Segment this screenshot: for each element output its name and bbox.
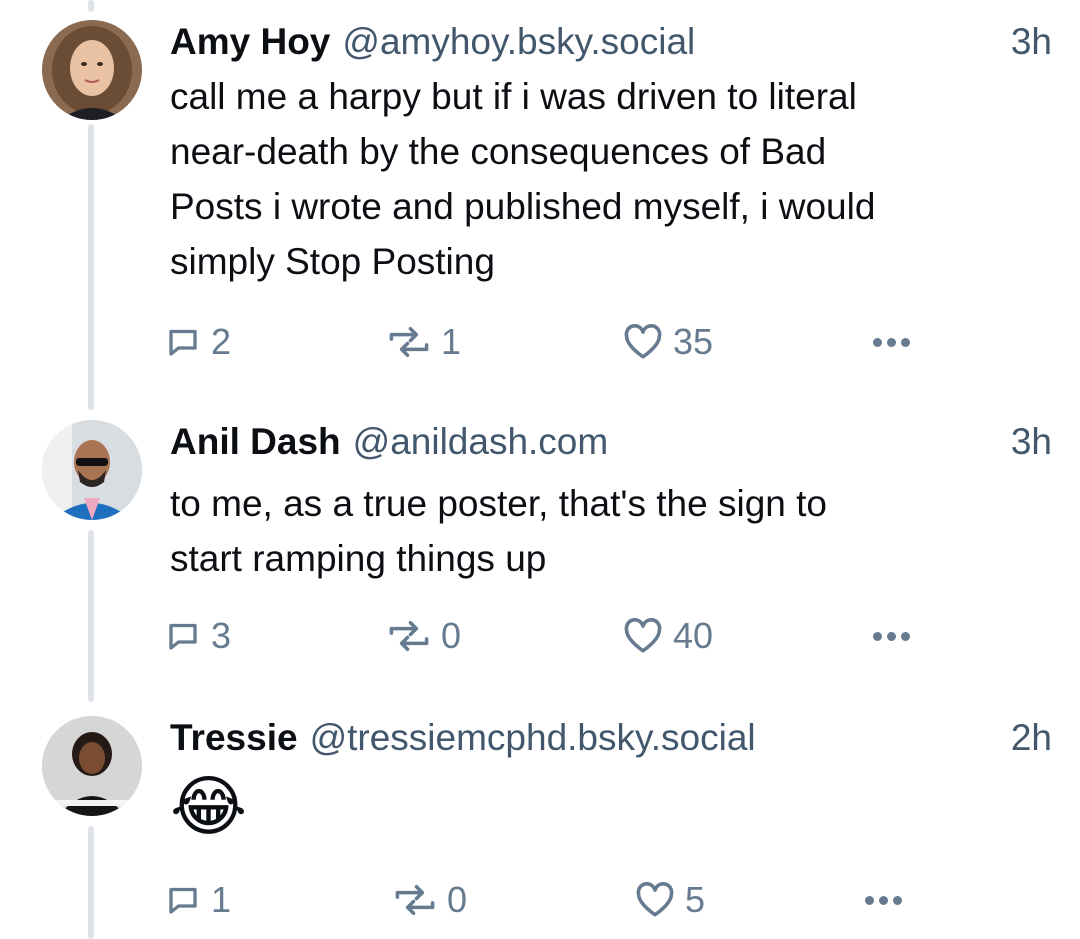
- reply-button[interactable]: 2: [165, 320, 231, 364]
- repost-button[interactable]: 0: [393, 878, 467, 922]
- heart-icon: [624, 324, 662, 359]
- more-dots-icon: [873, 337, 910, 347]
- more-options-button[interactable]: [865, 878, 902, 922]
- reply-button[interactable]: 1: [165, 878, 231, 922]
- avatar[interactable]: [42, 20, 142, 120]
- author-name[interactable]: Anil Dash: [170, 420, 341, 464]
- reply-bubble-icon: [169, 623, 197, 650]
- reply-count: 1: [211, 879, 232, 920]
- heart-icon: [624, 618, 662, 653]
- reply-count: 2: [211, 321, 232, 362]
- post-text-line: Posts i wrote and published myself, i wo…: [170, 186, 876, 227]
- repost-count: 0: [447, 879, 468, 920]
- post-text-line: 😂: [170, 769, 248, 843]
- repost-arrows-icon: [389, 621, 429, 651]
- more-dots-icon: [873, 631, 910, 641]
- author-handle[interactable]: @tressiemcphd.bsky.social: [310, 716, 756, 760]
- post-text: 😂: [170, 768, 1030, 844]
- like-button[interactable]: 35: [623, 320, 713, 364]
- post-timestamp[interactable]: 2h: [1011, 716, 1052, 760]
- repost-arrows-icon: [395, 885, 435, 915]
- post-header: Amy Hoy @amyhoy.bsky.social: [170, 20, 695, 64]
- like-button[interactable]: 5: [635, 878, 705, 922]
- post-text: call me a harpy but if i was driven to l…: [170, 69, 1030, 289]
- thread-line: [88, 0, 94, 12]
- more-dots-icon: [865, 895, 902, 905]
- author-handle[interactable]: @amyhoy.bsky.social: [342, 20, 695, 64]
- post-text: to me, as a true poster, that's the sign…: [170, 476, 1030, 586]
- heart-icon: [636, 882, 674, 917]
- post-text-line: to me, as a true poster, that's the sign…: [170, 483, 827, 524]
- post-timestamp[interactable]: 3h: [1011, 20, 1052, 64]
- post-actions: 1 0 5: [165, 878, 925, 922]
- author-name[interactable]: Amy Hoy: [170, 20, 330, 64]
- post-header: Tressie @tressiemcphd.bsky.social: [170, 716, 756, 760]
- post-header: Anil Dash @anildash.com: [170, 420, 608, 464]
- reply-bubble-icon: [169, 329, 197, 356]
- author-handle[interactable]: @anildash.com: [353, 420, 609, 464]
- reply-bubble-icon: [169, 887, 197, 914]
- like-count: 5: [685, 879, 706, 920]
- reply-button[interactable]: 3: [165, 614, 231, 658]
- repost-button[interactable]: 0: [387, 614, 461, 658]
- post-timestamp[interactable]: 3h: [1011, 420, 1052, 464]
- post-text-line: start ramping things up: [170, 538, 547, 579]
- avatar[interactable]: [42, 716, 142, 816]
- post-item[interactable]: Tressie @tressiemcphd.bsky.social 2h 😂 1…: [0, 716, 1080, 939]
- repost-count: 1: [441, 321, 462, 362]
- repost-button[interactable]: 1: [387, 320, 461, 364]
- like-count: 35: [673, 321, 714, 362]
- reply-count: 3: [211, 615, 232, 656]
- post-text-line: call me a harpy but if i was driven to l…: [170, 76, 857, 117]
- post-actions: 2 1 35: [165, 320, 925, 364]
- post-item[interactable]: Amy Hoy @amyhoy.bsky.social 3h call me a…: [0, 20, 1080, 380]
- post-text-line: near-death by the consequences of Bad: [170, 131, 827, 172]
- like-count: 40: [673, 615, 714, 656]
- post-actions: 3 0 40: [165, 614, 925, 658]
- more-options-button[interactable]: [873, 320, 910, 364]
- like-button[interactable]: 40: [623, 614, 713, 658]
- post-item[interactable]: Anil Dash @anildash.com 3h to me, as a t…: [0, 420, 1080, 670]
- post-text-line: simply Stop Posting: [170, 241, 495, 282]
- more-options-button[interactable]: [873, 614, 910, 658]
- avatar[interactable]: [42, 420, 142, 520]
- repost-count: 0: [441, 615, 462, 656]
- author-name[interactable]: Tressie: [170, 716, 298, 760]
- repost-arrows-icon: [389, 327, 429, 357]
